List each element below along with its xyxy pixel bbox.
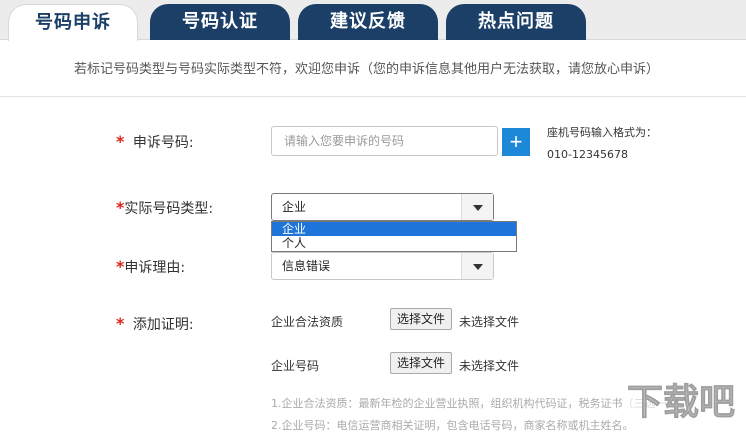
chevron-down-icon	[472, 264, 483, 270]
actual-type-select[interactable]: 企业	[271, 193, 494, 221]
reason-selected: 信息错误	[282, 259, 331, 273]
reason-label: 申诉理由:	[124, 260, 186, 276]
tab-verify[interactable]: 号码认证	[150, 4, 290, 40]
watermark-logo: 下载吧	[624, 376, 738, 426]
appeal-notice: 若标记号码类型与号码实际类型不符，欢迎您申诉（您的申诉信息其他用户无法获取，请您…	[74, 62, 660, 77]
chevron-down-icon	[472, 205, 483, 211]
license-file-label: 企业合法资质	[271, 315, 344, 329]
dropdown-arrow-button[interactable]	[461, 253, 493, 279]
divider	[0, 96, 746, 97]
phone-format-hint-title: 座机号码输入格式为：	[547, 126, 657, 139]
tab-appeal[interactable]: 号码申诉	[8, 4, 138, 41]
reason-row-label: *申诉理由:	[116, 257, 185, 277]
required-mark: *	[116, 314, 125, 333]
appeal-number-label: 申诉号码:	[132, 135, 194, 151]
dropdown-arrow-button[interactable]	[461, 194, 493, 220]
number-file-label: 企业号码	[271, 359, 320, 373]
phone-format-hint: 座机号码输入格式为： 010-12345678	[547, 122, 657, 166]
evidence-label: 添加证明:	[132, 317, 194, 333]
tab-bar: 号码申诉 号码认证 建议反馈 热点问题	[0, 0, 746, 41]
actual-type-label: 实际号码类型:	[124, 201, 214, 217]
evidence-row-label: * 添加证明:	[116, 314, 194, 334]
actual-type-selected: 企业	[282, 200, 307, 214]
actual-type-dropdown-list: 企业 个人	[271, 221, 517, 252]
number-file-status: 未选择文件	[459, 359, 520, 373]
evidence-note-2: 2.企业号码：电信运营商相关证明，包含电话号码，商家名称或机主姓名。	[271, 419, 634, 432]
type-option-enterprise[interactable]: 企业	[272, 222, 516, 236]
tab-feedback[interactable]: 建议反馈	[298, 4, 438, 40]
add-number-button[interactable]: +	[502, 128, 530, 156]
choose-number-file-button[interactable]: 选择文件	[390, 352, 453, 374]
license-file-status: 未选择文件	[459, 315, 520, 329]
appeal-number-row-label: * 申诉号码:	[116, 132, 194, 152]
required-mark: *	[116, 132, 125, 151]
tab-hot-issues[interactable]: 热点问题	[446, 4, 586, 40]
type-option-personal[interactable]: 个人	[272, 236, 516, 250]
phone-format-hint-example: 010-12345678	[547, 148, 628, 161]
watermark-text: 下载吧	[627, 382, 735, 423]
appeal-number-input[interactable]	[271, 126, 498, 156]
choose-license-file-button[interactable]: 选择文件	[390, 308, 453, 330]
actual-type-row-label: *实际号码类型:	[116, 198, 213, 218]
reason-select[interactable]: 信息错误	[271, 252, 494, 280]
